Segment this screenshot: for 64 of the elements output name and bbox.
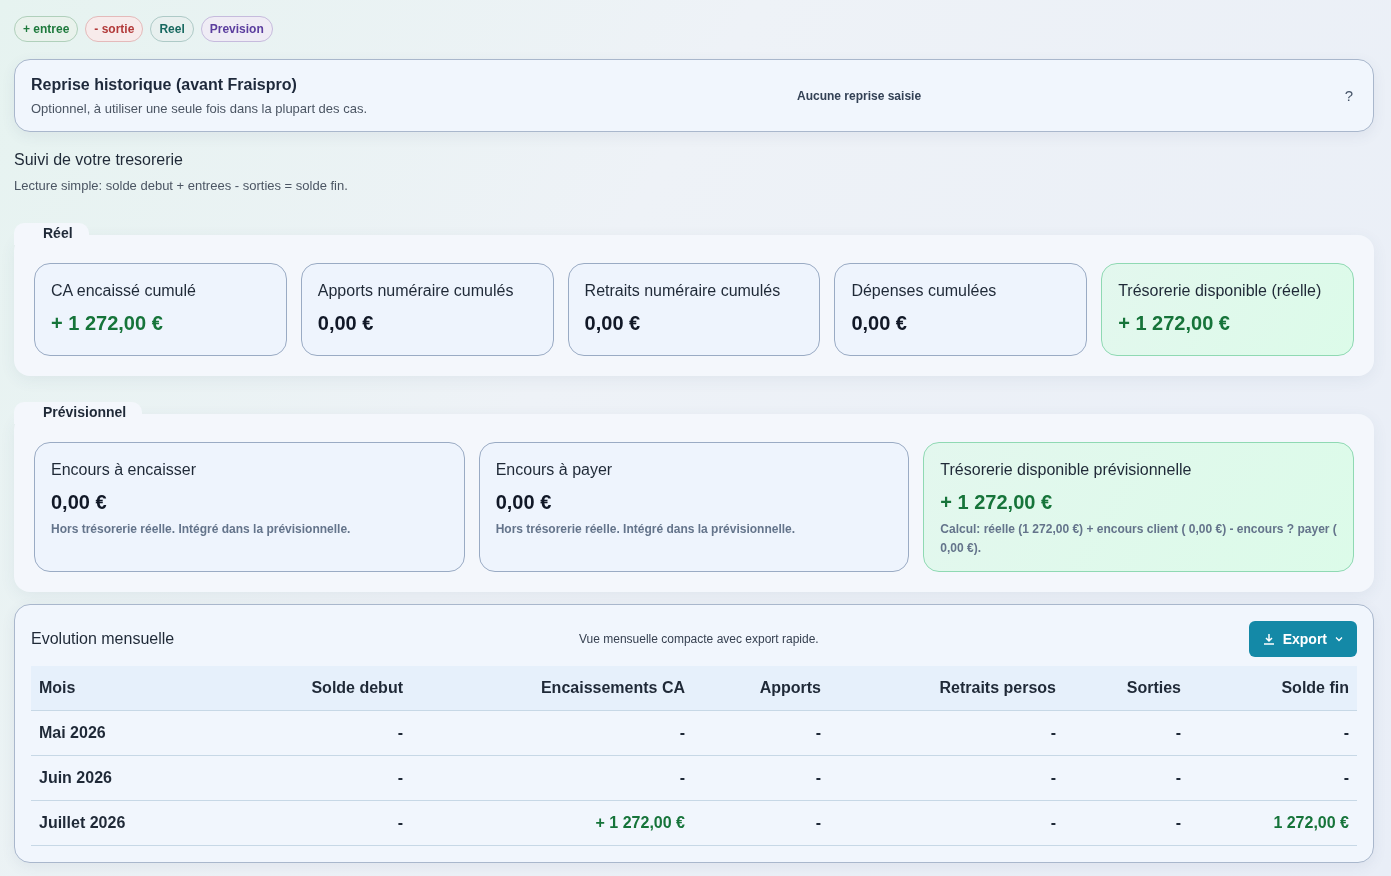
metric-note: Hors trésorerie réelle. Intégré dans la prévisionnelle. (495, 521, 797, 538)
metric-label: Dépenses cumulées (851, 282, 998, 300)
legend-chip: - sortie (85, 16, 144, 42)
table-cell-text: - (1174, 769, 1182, 787)
metric-label: Trésorerie disponible (réelle) (1118, 282, 1323, 300)
table-cell-text: Mai 2026 (38, 724, 107, 742)
status-text: Aucune reprise saisie (797, 88, 923, 103)
table-cell-text: Juillet 2026 (38, 814, 127, 832)
card-title: Evolution mensuelle (31, 630, 176, 648)
card-subtitle: Vue mensuelle compacte avec export rapide. (579, 632, 820, 646)
metric-value: 0,00 € (851, 312, 908, 335)
metric-label: Apports numéraire cumulés (317, 282, 515, 300)
table-cell-text: - (396, 769, 404, 787)
table-cell-text: + 1 272,00 € (594, 814, 686, 832)
metric-label: Encours à encaisser (51, 461, 197, 479)
metric-note: Calcul: réelle (1 272,00 €) + encours client ( 0,00 €) - encours ? payer ( 0,00 €). (940, 521, 1337, 557)
metric-value: + 1 272,00 € (1118, 312, 1231, 335)
metric-value: 0,00 € (51, 491, 108, 514)
table-cell-text: - (396, 814, 404, 832)
section-legend: Prévisionnel (14, 402, 143, 424)
metric-label: Retraits numéraire cumulés (584, 282, 782, 300)
section-title: Suivi de votre tresorerie (14, 151, 184, 169)
table-cell-text: - (814, 724, 822, 742)
table-cell-text: - (396, 724, 404, 742)
table-cell-text: - (1049, 724, 1057, 742)
metric-label: CA encaissé cumulé (51, 282, 197, 300)
metric-value: + 1 272,00 € (940, 491, 1054, 514)
table-cell-text: - (1174, 724, 1182, 742)
help-button[interactable]: ? (1340, 87, 1357, 104)
metric-label: Encours à payer (495, 461, 614, 479)
table-cell-text: - (1342, 724, 1350, 742)
table-cell-text: Juin 2026 (38, 769, 113, 787)
metric-value: 0,00 € (495, 491, 553, 514)
table-cell-text: - (814, 814, 822, 832)
column-header: Apports (758, 679, 822, 697)
metric-value: 0,00 € (584, 312, 642, 335)
table-cell-text: - (1049, 814, 1057, 832)
card-title: Reprise historique (avant Fraispro) (31, 75, 298, 94)
section-legend: Réel (14, 223, 89, 245)
table-cell-text: - (1342, 769, 1350, 787)
chevron-down-icon (1335, 636, 1343, 642)
legend-chip: Prevision (200, 16, 273, 42)
table-cell-text: - (678, 769, 686, 787)
export-button[interactable]: Export (1248, 621, 1357, 657)
legend-chip: Reel (150, 16, 194, 42)
download-icon (1262, 633, 1275, 645)
metric-value: 0,00 € (317, 312, 375, 335)
metric-value: + 1 272,00 € (51, 312, 164, 335)
table-cell-text: - (1049, 769, 1057, 787)
column-header: Mois (38, 679, 77, 697)
column-header: Solde debut (310, 679, 404, 697)
column-header: Sorties (1125, 679, 1182, 697)
table-cell-text: - (814, 769, 822, 787)
column-header: Encaissements CA (539, 679, 686, 697)
table-cell-text: 1 272,00 € (1272, 814, 1350, 832)
card-subtitle: Optionnel, à utiliser une seule fois dans la plupart des cas. (31, 100, 369, 116)
metric-note: Hors trésorerie réelle. Intégré dans la prévisionnelle. (51, 521, 352, 538)
section-subtitle: Lecture simple: solde debut + entrees - sorties = solde fin. (14, 178, 349, 193)
table-cell-text: - (678, 724, 686, 742)
column-header: Solde fin (1280, 679, 1350, 697)
column-header: Retraits persos (938, 679, 1057, 697)
legend-chip: + entree (14, 16, 79, 42)
table-cell-text: - (1174, 814, 1182, 832)
metric-label: Trésorerie disponible prévisionnelle (940, 461, 1193, 479)
